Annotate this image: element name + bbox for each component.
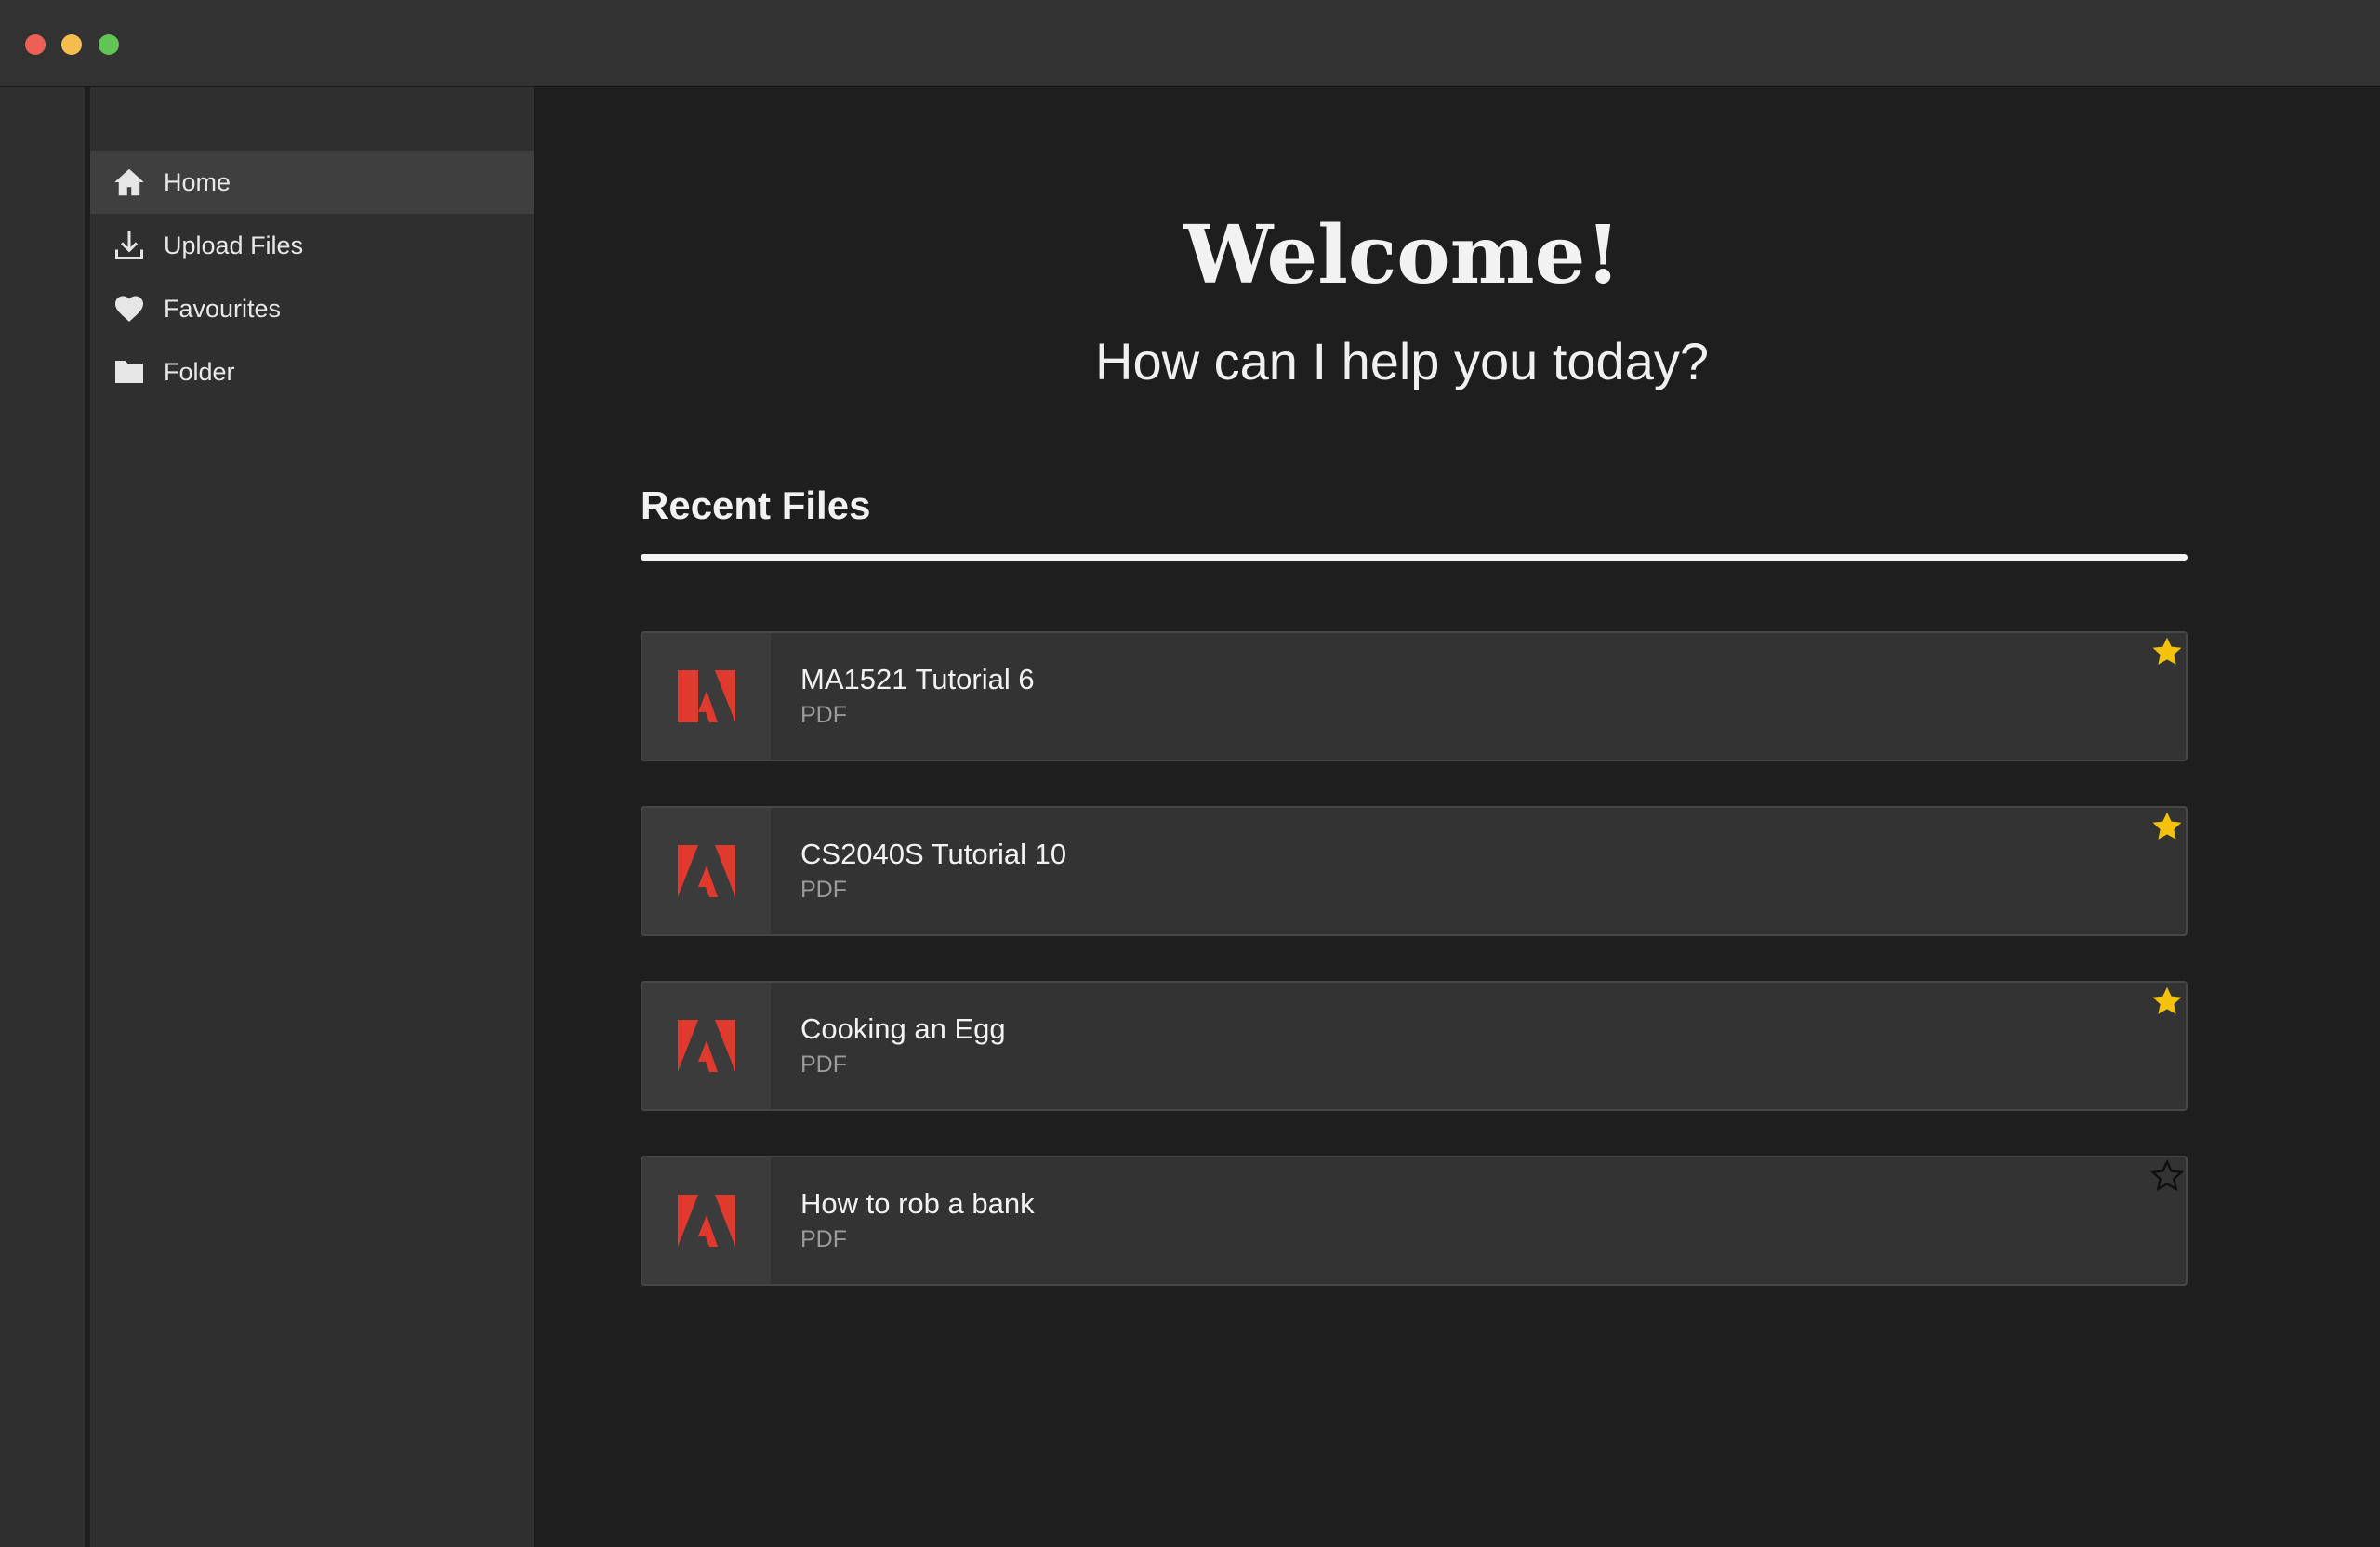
- star-outline-icon[interactable]: [2149, 1157, 2186, 1195]
- file-thumbnail: [642, 808, 771, 934]
- zoom-window-button[interactable]: [99, 34, 119, 55]
- sidebar-item-label: Upload Files: [164, 231, 304, 259]
- page-subtitle: How can I help you today?: [1095, 332, 1709, 390]
- recent-file-card[interactable]: Cooking an Egg PDF: [641, 981, 2188, 1111]
- adobe-pdf-icon: [678, 1020, 735, 1072]
- favourite-star-icon[interactable]: [2149, 633, 2186, 670]
- sidebar-item-upload-files[interactable]: Upload Files: [90, 214, 534, 277]
- sidebar-item-home[interactable]: Home: [90, 151, 534, 214]
- file-name: Cooking an Egg: [800, 1012, 1006, 1045]
- file-name: CS2040S Tutorial 10: [800, 838, 1067, 870]
- folder-icon: [111, 353, 148, 390]
- file-type: PDF: [800, 702, 847, 728]
- section-divider: [641, 554, 2188, 561]
- file-type: PDF: [800, 1051, 847, 1078]
- adobe-pdf-icon: [678, 845, 735, 897]
- page-title: Welcome!: [1183, 208, 1621, 302]
- left-rail: [0, 87, 87, 1547]
- favourite-star-icon[interactable]: [2149, 983, 2186, 1020]
- title-bar: [0, 0, 2380, 87]
- file-type: PDF: [800, 877, 847, 903]
- file-name: How to rob a bank: [800, 1187, 1035, 1220]
- sidebar-item-label: Folder: [164, 357, 235, 386]
- app-window: Home Upload Files Favourites Folder Welc…: [0, 0, 2380, 1547]
- close-window-button[interactable]: [25, 34, 46, 55]
- sidebar-item-folder[interactable]: Folder: [90, 340, 534, 403]
- main-content: Welcome! How can I help you today? Recen…: [534, 87, 2380, 1547]
- sidebar-item-label: Home: [164, 167, 231, 196]
- file-thumbnail: [642, 1157, 771, 1284]
- favourite-star-icon[interactable]: [2149, 808, 2186, 845]
- adobe-pdf-icon: [678, 1195, 735, 1247]
- download-icon: [111, 227, 148, 264]
- file-type: PDF: [800, 1226, 847, 1252]
- recent-file-card[interactable]: CS2040S Tutorial 10 PDF: [641, 806, 2188, 936]
- adobe-pdf-icon: [678, 670, 735, 722]
- recent-file-card[interactable]: How to rob a bank PDF: [641, 1156, 2188, 1286]
- recent-files-heading: Recent Files: [641, 483, 871, 527]
- sidebar-item-label: Favourites: [164, 294, 282, 323]
- recent-file-card[interactable]: MA1521 Tutorial 6 PDF: [641, 631, 2188, 761]
- sidebar-item-favourites[interactable]: Favourites: [90, 277, 534, 340]
- file-thumbnail: [642, 633, 771, 760]
- file-thumbnail: [642, 983, 771, 1109]
- home-icon: [111, 164, 148, 201]
- sidebar: Home Upload Files Favourites Folder: [90, 87, 534, 1547]
- heart-icon: [111, 290, 148, 327]
- minimize-window-button[interactable]: [61, 34, 82, 55]
- file-name: MA1521 Tutorial 6: [800, 663, 1035, 695]
